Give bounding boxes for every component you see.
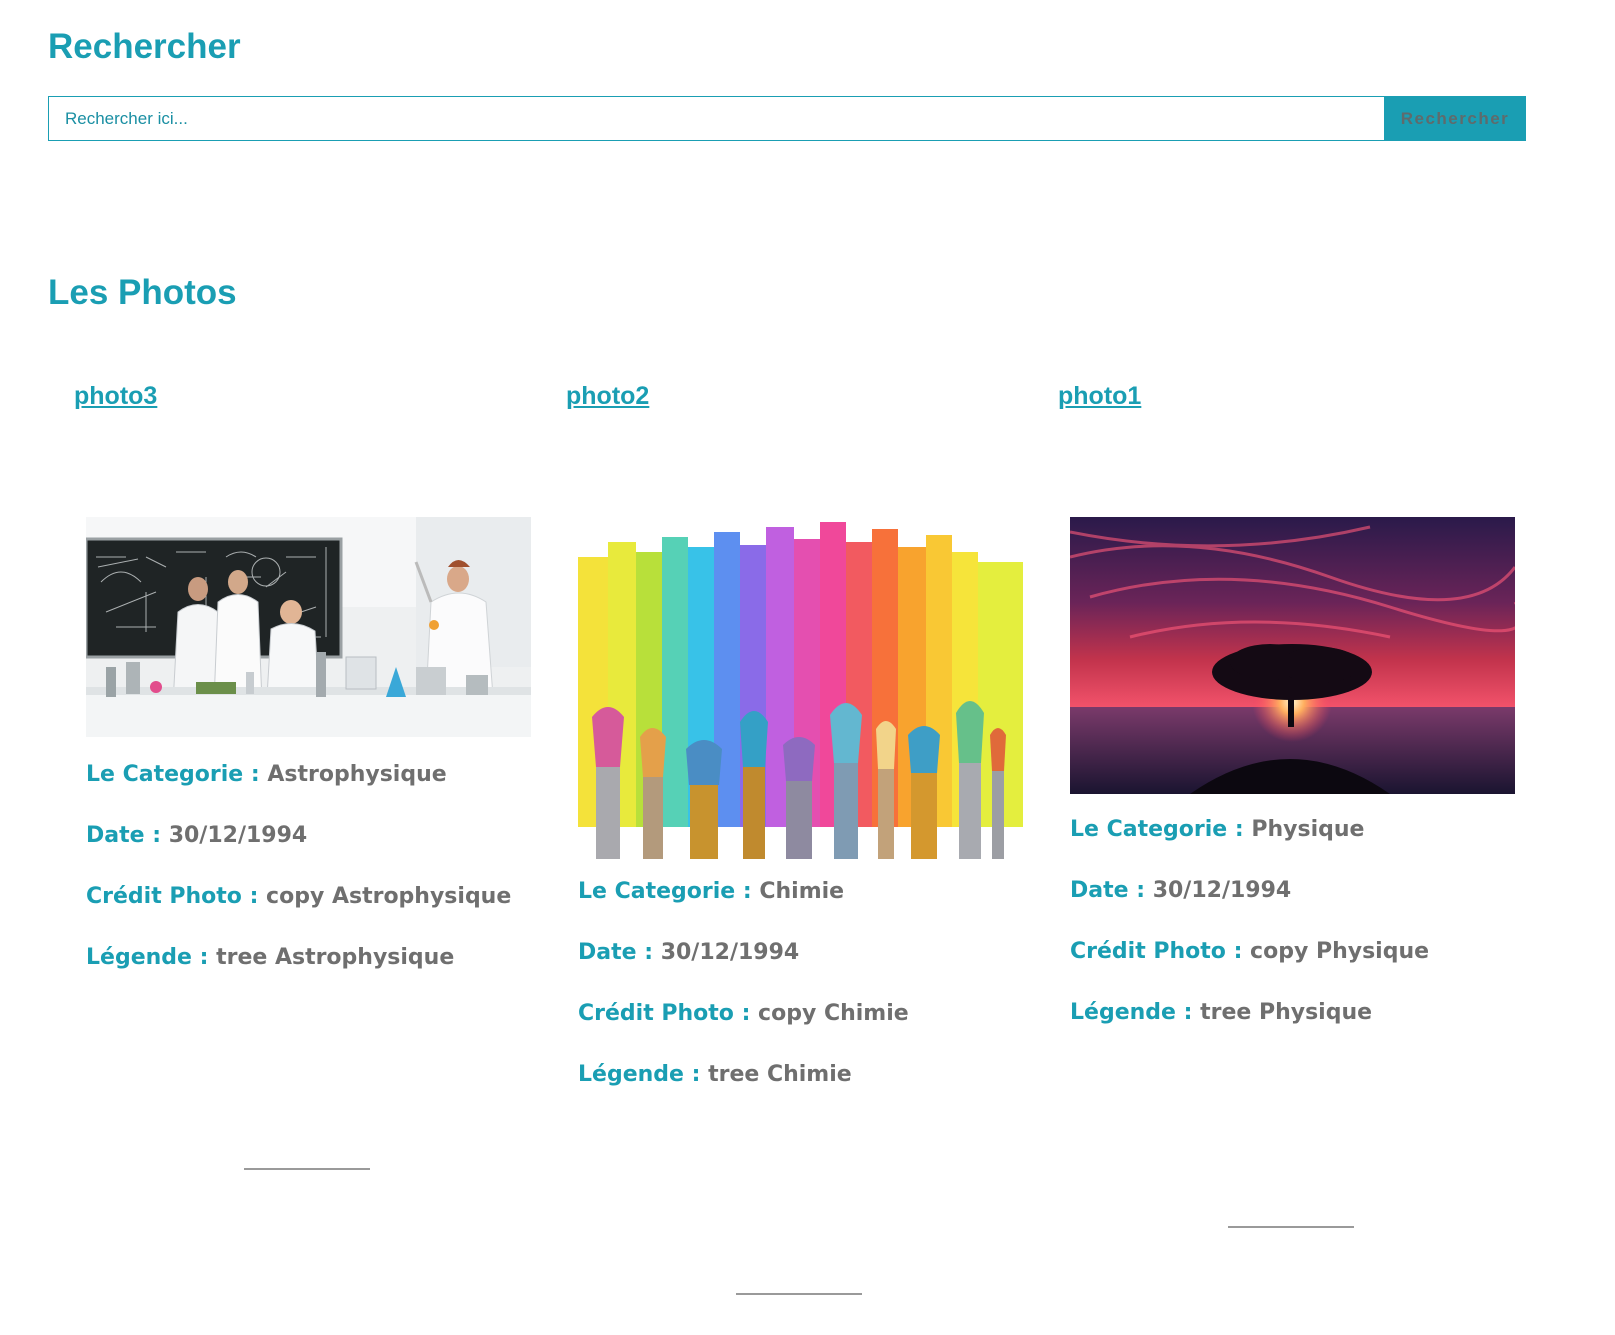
legend-value: tree Physique bbox=[1200, 1000, 1373, 1025]
credit-row: Crédit Photo : copy Physique bbox=[1070, 937, 1530, 967]
category-label: Le Categorie : bbox=[1070, 817, 1244, 842]
photos-title: Les Photos bbox=[48, 273, 237, 312]
photo-info-photo1: Le Categorie : Physique Date : 30/12/199… bbox=[1070, 815, 1530, 1059]
legend-row: Légende : tree Chimie bbox=[578, 1060, 1038, 1090]
legend-row: Légende : tree Physique bbox=[1070, 998, 1530, 1028]
photo-card-photo3: photo3 Le Categorie: Astrophysique Date… bbox=[74, 380, 544, 1170]
category-row: Le Categorie : Physique bbox=[1070, 815, 1530, 845]
date-row: Date : 30/12/1994 bbox=[86, 821, 546, 851]
laboratory-scientists-image bbox=[86, 517, 531, 737]
date-label: Date : bbox=[1070, 878, 1146, 903]
photo-card-photo2: photo2 Le Categorie: Chimie Date: 30/1… bbox=[566, 380, 1036, 1295]
credit-value: copy Physique bbox=[1250, 939, 1430, 964]
card-divider bbox=[736, 1293, 862, 1295]
search-button[interactable]: Rechercher bbox=[1384, 96, 1526, 141]
legend-label: Légende : bbox=[86, 945, 209, 970]
category-value: Chimie bbox=[759, 879, 845, 904]
credit-label: Crédit Photo : bbox=[1070, 939, 1243, 964]
tree-sunset-image bbox=[1070, 517, 1515, 794]
legend-label: Légende : bbox=[1070, 1000, 1193, 1025]
date-value: 30/12/1994 bbox=[168, 823, 308, 848]
category-label: Le Categorie : bbox=[86, 762, 260, 787]
search-form: Rechercher bbox=[48, 96, 1526, 141]
legend-row: Légende : tree Astrophysique bbox=[86, 943, 546, 973]
card-divider bbox=[1228, 1226, 1354, 1228]
card-divider bbox=[244, 1168, 370, 1170]
category-value: Astrophysique bbox=[267, 762, 447, 787]
credit-value: copy Astrophysique bbox=[266, 884, 512, 909]
category-row: Le Categorie : Chimie bbox=[578, 877, 1038, 907]
category-label: Le Categorie : bbox=[578, 879, 752, 904]
paintbrushes-rainbow-image bbox=[578, 517, 1023, 859]
photo-card-photo1: photo1 Le Categorie: Physique Date: 30… bbox=[1058, 380, 1528, 1228]
credit-label: Crédit Photo : bbox=[86, 884, 259, 909]
photo-link-photo3[interactable]: photo3 bbox=[74, 380, 157, 412]
search-title: Rechercher bbox=[48, 27, 241, 66]
legend-label: Légende : bbox=[578, 1062, 701, 1087]
search-input[interactable] bbox=[48, 96, 1384, 141]
credit-row: Crédit Photo : copy Astrophysique bbox=[86, 882, 546, 912]
photo-link-photo1[interactable]: photo1 bbox=[1058, 380, 1141, 412]
category-row: Le Categorie : Astrophysique bbox=[86, 760, 546, 790]
date-value: 30/12/1994 bbox=[660, 940, 800, 965]
date-label: Date : bbox=[578, 940, 654, 965]
photo-info-photo2: Le Categorie : Chimie Date : 30/12/1994 … bbox=[578, 877, 1038, 1121]
date-value: 30/12/1994 bbox=[1152, 878, 1292, 903]
date-row: Date : 30/12/1994 bbox=[578, 938, 1038, 968]
date-row: Date : 30/12/1994 bbox=[1070, 876, 1530, 906]
page: Rechercher Rechercher Les Photos photo3 bbox=[0, 0, 1615, 1335]
photo-info-photo3: Le Categorie : Astrophysique Date : 30/1… bbox=[86, 760, 546, 1004]
credit-value: copy Chimie bbox=[758, 1001, 909, 1026]
credit-row: Crédit Photo : copy Chimie bbox=[578, 999, 1038, 1029]
credit-label: Crédit Photo : bbox=[578, 1001, 751, 1026]
legend-value: tree Astrophysique bbox=[216, 945, 455, 970]
photo-link-photo2[interactable]: photo2 bbox=[566, 380, 649, 412]
category-value: Physique bbox=[1251, 817, 1365, 842]
legend-value: tree Chimie bbox=[708, 1062, 852, 1087]
date-label: Date : bbox=[86, 823, 162, 848]
